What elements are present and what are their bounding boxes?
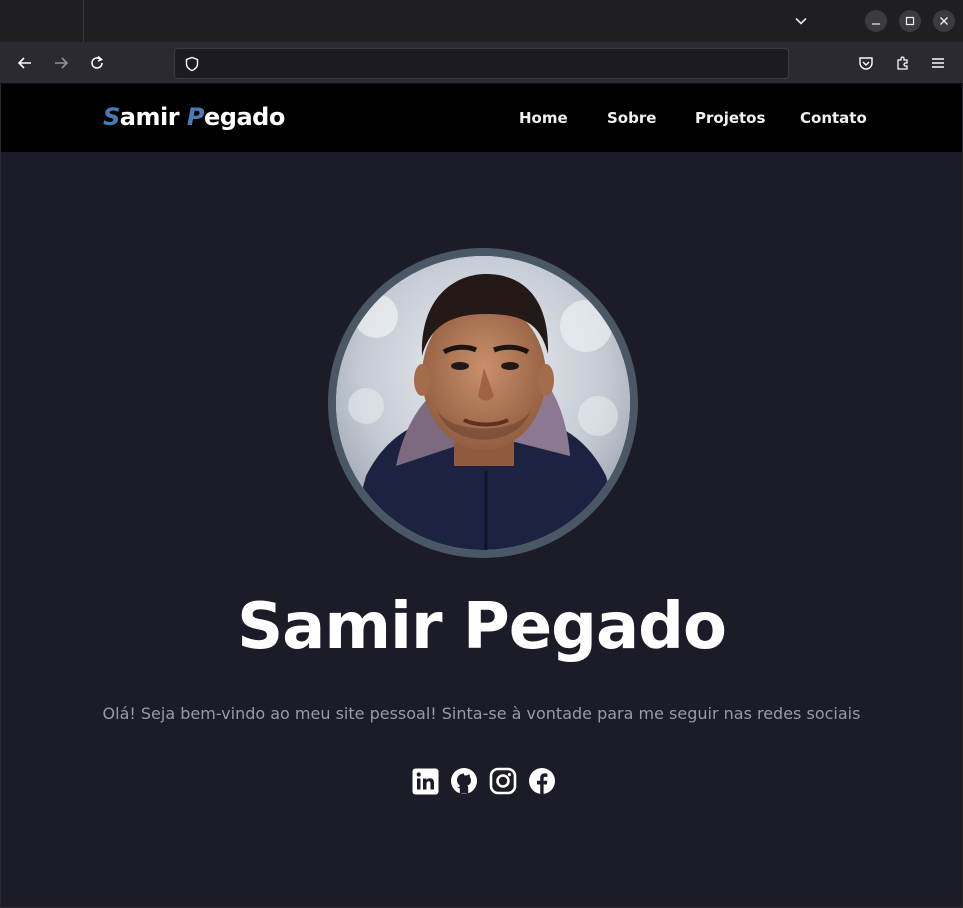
linkedin-icon xyxy=(412,768,439,794)
browser-toolbar xyxy=(0,42,963,84)
browser-tab[interactable] xyxy=(0,0,84,42)
site-logo[interactable]: Samir Pegado xyxy=(103,103,285,131)
site-navbar: Samir Pegado Home Sobre Projetos Contato xyxy=(1,84,962,152)
instagram-link[interactable] xyxy=(489,767,517,795)
logo-text-last: egado xyxy=(204,103,285,131)
window-maximize-button[interactable] xyxy=(899,10,921,32)
web-page: Samir Pegado Home Sobre Projetos Contato xyxy=(0,84,963,908)
nav-link-projetos[interactable]: Projetos xyxy=(695,109,765,127)
arrow-right-icon xyxy=(55,57,69,69)
social-links xyxy=(412,767,556,797)
instagram-icon xyxy=(489,767,517,795)
close-icon xyxy=(940,17,948,25)
extensions-icon xyxy=(897,56,908,70)
tab-list-button[interactable] xyxy=(786,7,816,35)
browser-titlebar xyxy=(0,0,963,42)
hero-name: Samir Pegado xyxy=(237,590,727,664)
hero-intro: Olá! Seja bem-vindo ao meu site pessoal!… xyxy=(102,704,861,723)
app-menu-button[interactable] xyxy=(924,49,952,77)
minimize-icon xyxy=(872,23,880,25)
window-minimize-button[interactable] xyxy=(865,10,887,32)
shield-icon xyxy=(185,56,199,72)
profile-photo-illustration xyxy=(336,256,630,550)
hamburger-menu-icon xyxy=(932,58,944,68)
linkedin-link[interactable] xyxy=(412,767,439,795)
back-button[interactable] xyxy=(11,49,39,77)
maximize-icon xyxy=(905,16,915,26)
nav-link-home[interactable]: Home xyxy=(519,109,568,127)
facebook-link[interactable] xyxy=(528,767,556,795)
tracking-protection-button[interactable] xyxy=(183,55,201,73)
arrow-left-icon xyxy=(17,57,31,69)
pocket-icon xyxy=(859,57,873,70)
logo-text-first: amir xyxy=(119,103,187,131)
github-link[interactable] xyxy=(450,767,478,795)
nav-link-sobre[interactable]: Sobre xyxy=(607,109,656,127)
github-icon xyxy=(451,768,477,794)
facebook-icon xyxy=(529,768,555,794)
logo-initial-s: S xyxy=(103,103,120,131)
forward-button[interactable] xyxy=(47,49,75,77)
logo-initial-p: P xyxy=(186,103,205,131)
reload-button[interactable] xyxy=(83,49,111,77)
profile-photo-frame xyxy=(328,248,638,558)
url-bar[interactable] xyxy=(174,48,789,79)
reload-icon xyxy=(91,55,103,69)
extensions-button[interactable] xyxy=(889,49,917,77)
window-close-button[interactable] xyxy=(933,10,955,32)
profile-photo xyxy=(336,256,630,550)
pocket-button[interactable] xyxy=(852,49,880,77)
nav-link-contato[interactable]: Contato xyxy=(800,109,867,127)
chevron-down-icon xyxy=(795,17,807,25)
